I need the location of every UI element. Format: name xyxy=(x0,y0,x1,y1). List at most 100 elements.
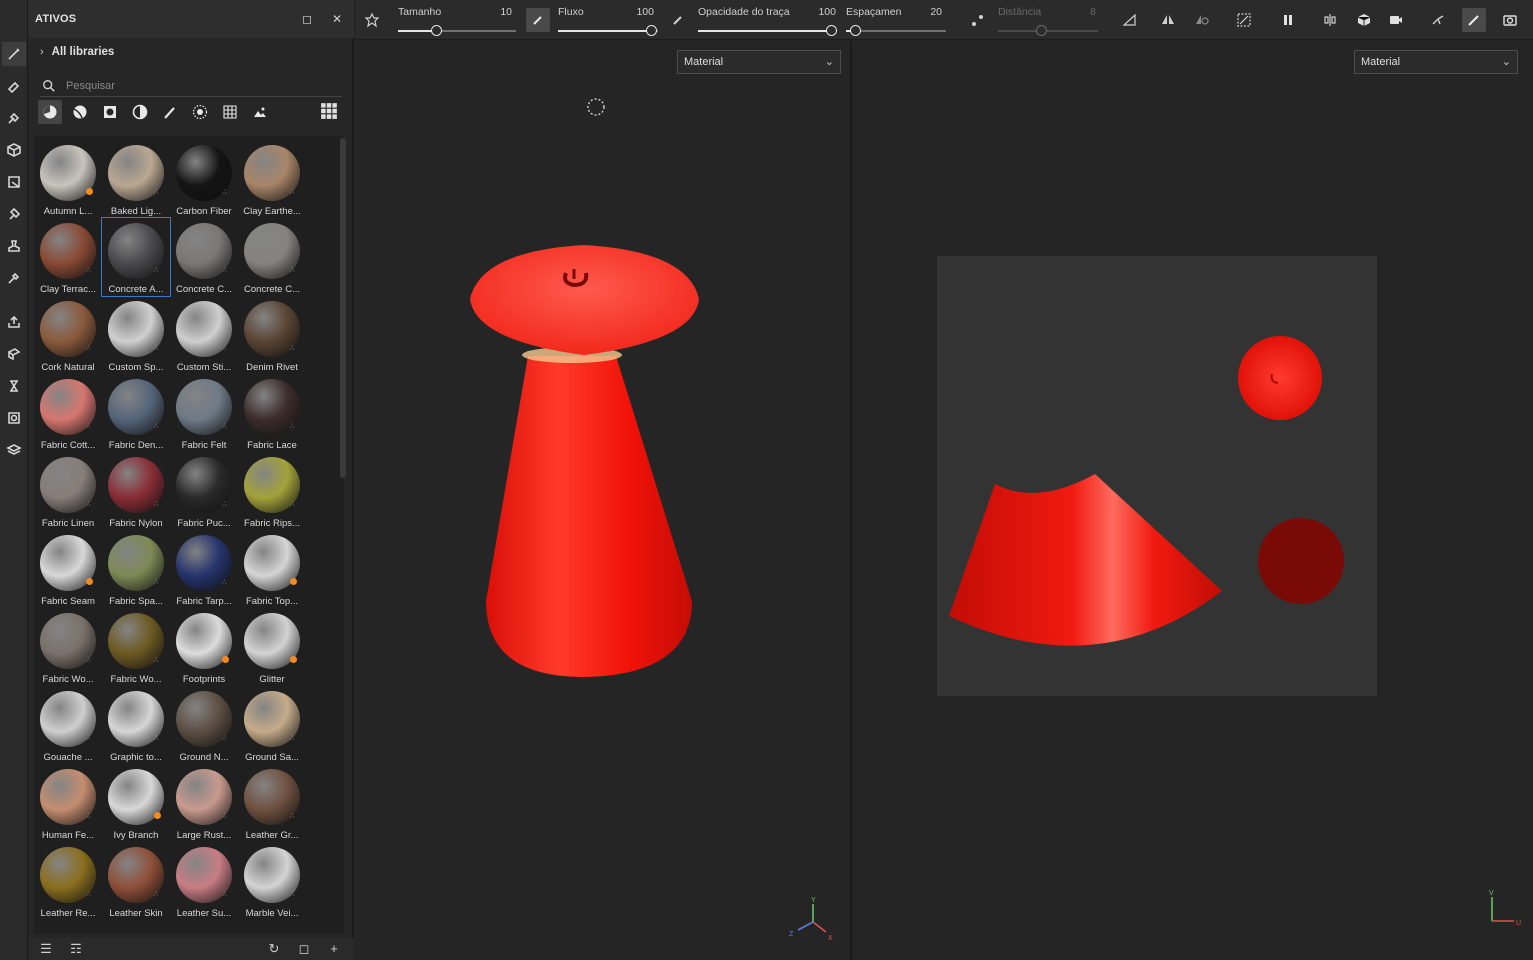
viewport-2d-mode-select[interactable]: Material ⌄ xyxy=(1354,50,1518,74)
asset-tile[interactable]: ∴ Custom Sp... xyxy=(102,296,170,374)
filter-textures[interactable] xyxy=(218,100,242,124)
flow-slider-knob[interactable] xyxy=(646,25,657,36)
smudge-tool[interactable] xyxy=(2,202,26,226)
opacity-slider[interactable]: Opacidade do traça 100 xyxy=(698,4,838,36)
asset-tile[interactable]: ∴ Cork Natural xyxy=(34,296,102,374)
opacity-slider-knob[interactable] xyxy=(826,25,837,36)
asset-tile[interactable]: ∴ Fabric Spa... xyxy=(102,530,170,608)
spacing-slider[interactable]: Espaçamen 20 xyxy=(846,4,946,36)
filter-brushes[interactable] xyxy=(158,100,182,124)
asset-tile[interactable]: ∴ Fabric Den... xyxy=(102,374,170,452)
color-picker-tool[interactable] xyxy=(2,266,26,290)
library-selector[interactable]: › All libraries xyxy=(40,46,114,58)
flow-pressure-icon[interactable] xyxy=(526,8,550,32)
viewport-3d-mode-select[interactable]: Material ⌄ xyxy=(677,50,841,74)
material-picker-tool[interactable] xyxy=(2,342,26,366)
asset-tile[interactable]: ∴ Baked Lig... xyxy=(102,140,170,218)
asset-tile[interactable]: Fabric Top... xyxy=(238,530,306,608)
asset-tile[interactable]: Footprints xyxy=(170,608,238,686)
spacing-slider-knob[interactable] xyxy=(850,25,861,36)
projection-tool[interactable] xyxy=(2,106,26,130)
add-icon[interactable]: + xyxy=(326,942,342,956)
asset-tile[interactable]: ∴ Fabric Lace xyxy=(238,374,306,452)
asset-tile[interactable]: ∴ Gouache ... xyxy=(34,686,102,764)
search-input[interactable] xyxy=(66,80,306,92)
asset-tile[interactable]: ∴ Fabric Wo... xyxy=(102,608,170,686)
paint-brush-tool[interactable] xyxy=(2,42,26,66)
asset-tile[interactable]: ∴ Fabric Linen xyxy=(34,452,102,530)
asset-tile[interactable]: ∴ Large Rust... xyxy=(170,764,238,842)
timer-tool[interactable] xyxy=(2,374,26,398)
asset-tile[interactable]: ∴ Concrete A... xyxy=(101,217,171,297)
eraser-tool[interactable] xyxy=(2,74,26,98)
bake-tool[interactable] xyxy=(2,310,26,334)
asset-tile[interactable]: ∴ Ground Sa... xyxy=(238,686,306,764)
size-slider[interactable]: Tamanho 10 xyxy=(398,4,516,36)
asset-tile[interactable]: ∴ Fabric Puc... xyxy=(170,452,238,530)
asset-name: Ground Sa... xyxy=(245,752,299,763)
clone-tool[interactable] xyxy=(2,234,26,258)
asset-tile[interactable]: ∴ Marble Vei... xyxy=(238,842,306,920)
filter-particles[interactable] xyxy=(188,100,212,124)
iray-icon[interactable] xyxy=(1426,8,1450,32)
stack-tool[interactable] xyxy=(2,438,26,462)
asset-tile[interactable]: ∴ Concrete C... xyxy=(238,218,306,296)
list-view-icon[interactable]: ☰ xyxy=(38,942,54,956)
close-icon[interactable]: ✕ xyxy=(330,12,344,26)
asset-tile[interactable]: ∴ Leather Gr... xyxy=(238,764,306,842)
symmetry-mirror-icon[interactable] xyxy=(1190,8,1214,32)
viewport-2d[interactable]: Material ⌄ V U xyxy=(852,41,1533,960)
details-view-icon[interactable]: ☶ xyxy=(68,942,84,956)
asset-tile[interactable]: ∴ Denim Rivet xyxy=(238,296,306,374)
asset-tile[interactable]: ∴ Clay Terrac... xyxy=(34,218,102,296)
geometry-fill-tool[interactable] xyxy=(2,138,26,162)
refresh-icon[interactable]: ↻ xyxy=(266,942,282,956)
asset-tile[interactable]: Fabric Seam xyxy=(34,530,102,608)
grid-view-toggle[interactable] xyxy=(320,102,340,122)
asset-tile[interactable]: ∴ Leather Skin xyxy=(102,842,170,920)
paint-mode-icon[interactable] xyxy=(1462,8,1486,32)
asset-tile[interactable]: ∴ Leather Re... xyxy=(34,842,102,920)
camera-icon[interactable] xyxy=(1384,8,1408,32)
asset-tile[interactable]: ∴ Custom Sti... xyxy=(170,296,238,374)
view-cube-icon[interactable] xyxy=(1352,8,1376,32)
size-slider-knob[interactable] xyxy=(431,25,442,36)
filter-smart-materials[interactable] xyxy=(68,100,92,124)
render-tool[interactable] xyxy=(2,406,26,430)
filter-materials[interactable] xyxy=(38,100,62,124)
asset-tile[interactable]: ∴ Fabric Rips... xyxy=(238,452,306,530)
filter-smart-masks[interactable] xyxy=(98,100,122,124)
asset-tile[interactable]: Autumn L... xyxy=(34,140,102,218)
lazy-mouse-icon[interactable] xyxy=(966,8,990,32)
opacity-pressure-icon[interactable] xyxy=(666,8,690,32)
asset-tile[interactable]: ∴ Human Fe... xyxy=(34,764,102,842)
occlusion-icon[interactable] xyxy=(1232,8,1256,32)
asset-tile[interactable]: ∴ Concrete C... xyxy=(170,218,238,296)
asset-tile[interactable]: ∴ Carbon Fiber xyxy=(170,140,238,218)
filter-filters[interactable] xyxy=(128,100,152,124)
alignment-icon[interactable] xyxy=(1118,8,1142,32)
asset-tile[interactable]: ∴ Fabric Cott... xyxy=(34,374,102,452)
filter-environments[interactable] xyxy=(248,100,272,124)
asset-tile[interactable]: ∴ Fabric Nylon xyxy=(102,452,170,530)
asset-tile[interactable]: ∴ Fabric Wo... xyxy=(34,608,102,686)
asset-grid-scrollbar[interactable] xyxy=(340,138,346,478)
viewport-3d[interactable]: Material ⌄ Y X Z xyxy=(356,41,850,960)
asset-tile[interactable]: ∴ Fabric Tarp... xyxy=(170,530,238,608)
flow-slider[interactable]: Fluxo 100 xyxy=(558,4,658,36)
undock-icon[interactable]: ◻ xyxy=(300,12,314,26)
polygon-fill-tool[interactable] xyxy=(2,170,26,194)
pause-engine-icon[interactable] xyxy=(1276,8,1300,32)
asset-tile[interactable]: Glitter xyxy=(238,608,306,686)
asset-tile[interactable]: ∴ Graphic to... xyxy=(102,686,170,764)
asset-tile[interactable]: ∴ Leather Su... xyxy=(170,842,238,920)
asset-tile[interactable]: ∴ Clay Earthe... xyxy=(238,140,306,218)
symmetry-preset-icon[interactable] xyxy=(360,8,384,32)
asset-tile[interactable]: ∴ Fabric Felt xyxy=(170,374,238,452)
split-view-icon[interactable] xyxy=(1318,8,1342,32)
symmetry-icon[interactable] xyxy=(1156,8,1180,32)
asset-tile[interactable]: ∴ Ground N... xyxy=(170,686,238,764)
new-folder-icon[interactable]: ◻ xyxy=(296,942,312,956)
screenshot-icon[interactable] xyxy=(1498,8,1522,32)
asset-tile[interactable]: Ivy Branch xyxy=(102,764,170,842)
